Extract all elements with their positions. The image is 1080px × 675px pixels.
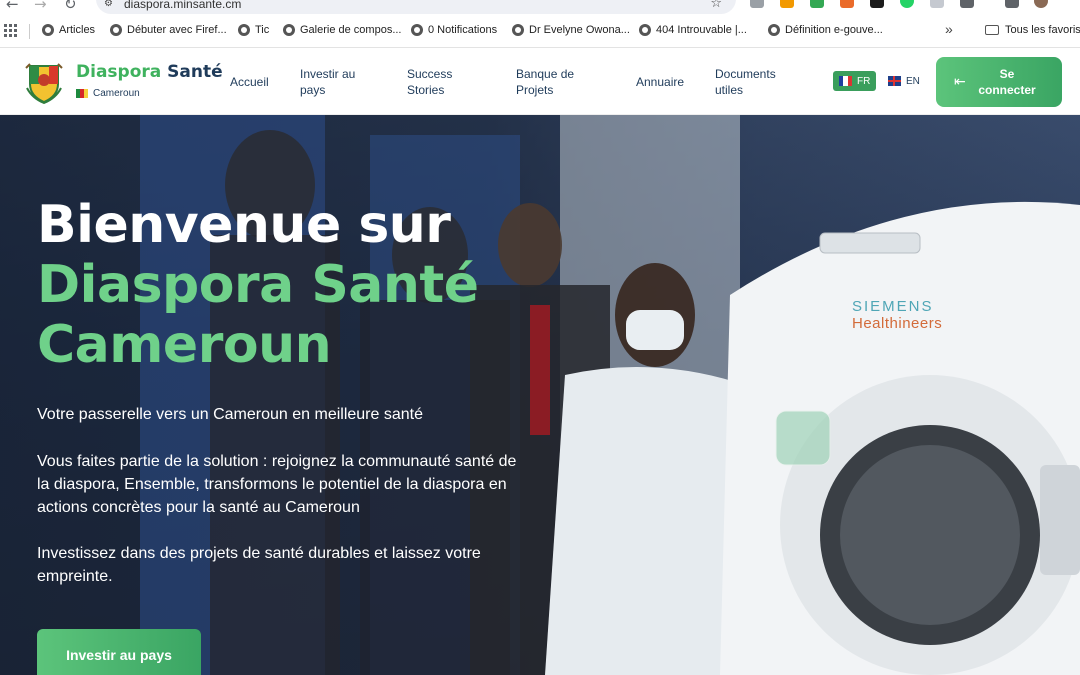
healthineers-logo: Healthineers xyxy=(852,315,943,332)
whatsapp-extension-icon[interactable] xyxy=(900,0,914,8)
globe-icon xyxy=(110,24,122,36)
extension-icon[interactable] xyxy=(840,0,854,8)
globe-icon xyxy=(42,24,54,36)
france-flag-icon xyxy=(839,76,852,86)
folder-icon xyxy=(985,25,999,35)
hero-title-line2: Diaspora Santé xyxy=(37,255,479,315)
bookmark-label: Tic xyxy=(255,24,270,36)
back-icon[interactable]: ← xyxy=(6,0,19,13)
bookmark-item[interactable]: 404 Introuvable |... xyxy=(639,24,747,36)
brand-name[interactable]: Diaspora Santé xyxy=(76,62,223,82)
address-bar[interactable]: ⚙ diaspora.minsante.cm ☆ xyxy=(96,0,736,14)
site-header: Diaspora Santé Cameroun Accueil Investir… xyxy=(0,48,1080,115)
nav-accueil[interactable]: Accueil xyxy=(230,74,269,90)
bookmarks-bar: Articles Débuter avec Firef... Tic Galer… xyxy=(0,14,1080,48)
bookmark-item[interactable]: Débuter avec Firef... xyxy=(110,24,227,36)
brand-part-1: Diaspora xyxy=(76,62,162,82)
profile-avatar[interactable] xyxy=(1034,0,1048,8)
cameroon-flag-icon xyxy=(76,89,88,98)
browser-toolbar: ← → ↻ ⚙ diaspora.minsante.cm ☆ xyxy=(0,0,1080,14)
bookmark-item[interactable]: Dr Evelyne Owona... xyxy=(512,24,630,36)
more-bookmarks-button[interactable]: » xyxy=(945,21,953,37)
siemens-logo: SIEMENS xyxy=(852,298,934,315)
globe-icon xyxy=(512,24,524,36)
nav-annuaire[interactable]: Annuaire xyxy=(636,74,684,90)
bookmark-label: 0 Notifications xyxy=(428,24,498,36)
bookmark-star-icon[interactable]: ☆ xyxy=(710,0,722,11)
forward-icon[interactable]: → xyxy=(34,0,47,13)
hero-title: Bienvenue sur Diaspora Santé Cameroun xyxy=(37,195,479,375)
bookmark-item[interactable]: 0 Notifications xyxy=(411,24,497,36)
login-button[interactable]: ⇤ Se connecter xyxy=(936,57,1062,107)
url-text: diaspora.minsante.cm xyxy=(124,0,242,11)
lang-en-button[interactable]: EN xyxy=(882,71,926,91)
globe-icon xyxy=(639,24,651,36)
login-arrow-icon: ⇤ xyxy=(954,73,966,89)
brand-part-2: Santé xyxy=(167,62,223,82)
bookmark-label: 404 Introuvable |... xyxy=(656,24,747,36)
globe-icon xyxy=(238,24,250,36)
extension-icon[interactable] xyxy=(750,0,764,8)
bookmark-label: Définition e-gouve... xyxy=(785,24,883,36)
nav-investir[interactable]: Investir au pays xyxy=(300,66,370,98)
bookmark-item[interactable]: Galerie de compos... xyxy=(283,24,402,36)
hero-paragraph-2: Investissez dans des projets de santé du… xyxy=(37,545,481,585)
nav-success-stories[interactable]: Success Stories xyxy=(407,66,467,98)
lang-fr-label: FR xyxy=(857,75,871,87)
folder-label: Tous les favoris xyxy=(1005,24,1080,36)
bookmark-label: Débuter avec Firef... xyxy=(127,24,227,36)
bookmark-label: Galerie de compos... xyxy=(300,24,402,36)
invest-cta-button[interactable]: Investir au pays xyxy=(37,629,201,675)
hero-section: SIEMENS Healthineers Bienvenue sur Diasp… xyxy=(0,115,1080,675)
site-info-icon[interactable]: ⚙ xyxy=(104,0,113,9)
lang-en-label: EN xyxy=(906,75,920,87)
hero-tagline: Votre passerelle vers un Cameroun en mei… xyxy=(37,406,423,423)
bookmark-label: Dr Evelyne Owona... xyxy=(529,24,630,36)
coat-of-arms-logo[interactable] xyxy=(24,58,64,104)
bookmark-item[interactable]: Définition e-gouve... xyxy=(768,24,883,36)
login-label: Se connecter xyxy=(978,67,1036,97)
lang-fr-button[interactable]: FR xyxy=(833,71,877,91)
extension-icon[interactable] xyxy=(810,0,824,8)
apps-grid-icon[interactable] xyxy=(4,24,17,37)
globe-icon xyxy=(411,24,423,36)
reload-icon[interactable]: ↻ xyxy=(64,0,77,13)
puzzle-extensions-icon[interactable] xyxy=(960,0,974,8)
hero-title-line3: Cameroun xyxy=(37,315,332,375)
nav-documents-utiles[interactable]: Documents utiles xyxy=(715,66,790,98)
shield-extension-icon[interactable] xyxy=(930,0,944,8)
country-label: Cameroun xyxy=(93,88,140,99)
extension-icon[interactable] xyxy=(870,0,884,8)
hero-title-line1: Bienvenue sur xyxy=(37,195,451,255)
hero-paragraph-1: Vous faites partie de la solution : rejo… xyxy=(37,453,517,516)
globe-icon xyxy=(768,24,780,36)
nav-banque-projets[interactable]: Banque de Projets xyxy=(516,66,586,98)
bookmarks-divider xyxy=(29,24,30,39)
brand-country: Cameroun xyxy=(76,88,140,99)
bookmark-label: Articles xyxy=(59,24,96,36)
globe-icon xyxy=(283,24,295,36)
rss-extension-icon[interactable] xyxy=(780,0,794,8)
bookmark-item[interactable]: Tic xyxy=(238,24,269,36)
download-icon[interactable] xyxy=(1005,0,1019,8)
bookmark-item[interactable]: Articles xyxy=(42,24,95,36)
all-bookmarks-folder[interactable]: Tous les favoris xyxy=(985,24,1080,36)
uk-flag-icon xyxy=(888,76,901,86)
